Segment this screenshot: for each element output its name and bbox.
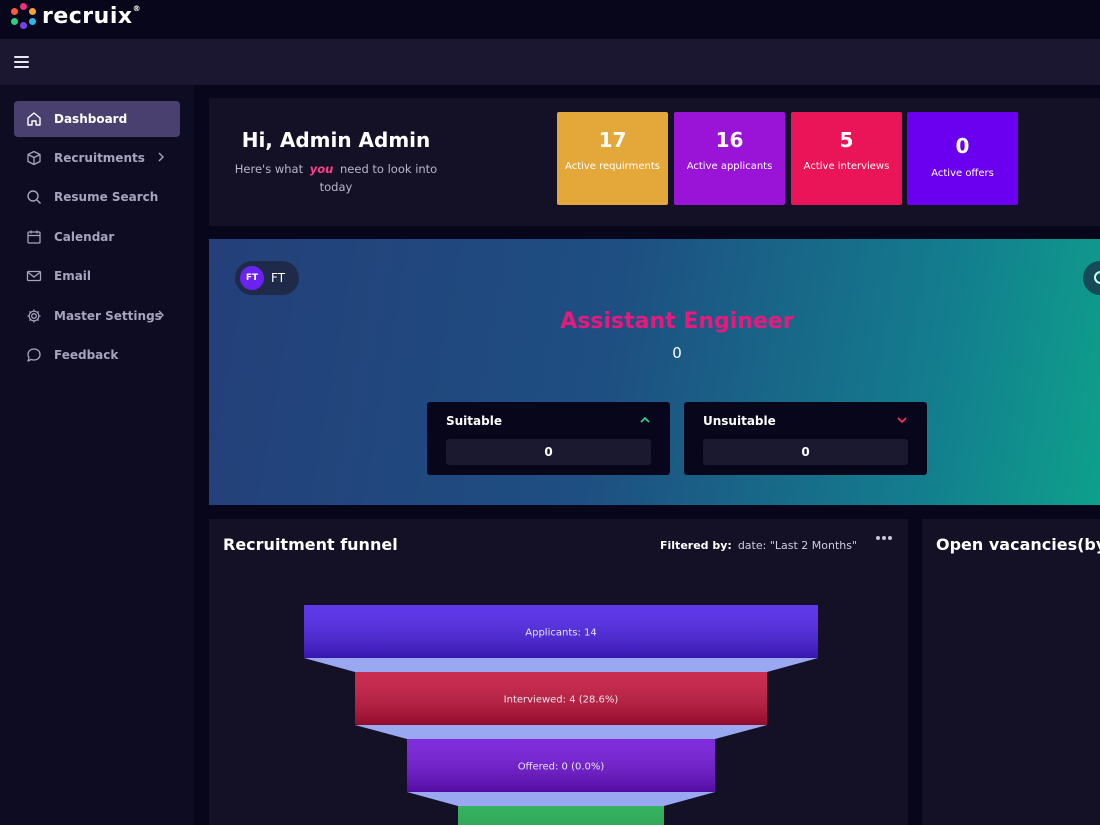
welcome-card: Hi, Admin Admin Here's what you need to … bbox=[209, 98, 1100, 226]
stat-label: Active interviews bbox=[803, 161, 890, 172]
sidebar-item-resume-search[interactable]: Resume Search bbox=[14, 179, 180, 215]
stat-active-requirements[interactable]: 17 Active requirments bbox=[557, 112, 668, 205]
funnel-stage-label: Offered: 0 (0.0%) bbox=[518, 762, 605, 773]
search-icon bbox=[27, 190, 42, 205]
recruitment-funnel-card: Recruitment funnel Filtered by: date: "La… bbox=[209, 519, 908, 825]
brand-registered: ® bbox=[132, 3, 142, 13]
cube-icon bbox=[27, 150, 41, 166]
card-title: Open vacancies(by c bbox=[936, 535, 1100, 554]
sidebar-item-recruitments[interactable]: Recruitments bbox=[14, 140, 180, 176]
brand-name: recruix bbox=[42, 3, 133, 29]
funnel-stage-label: Applicants: 14 bbox=[525, 628, 596, 639]
requirement-highlight-card: FT FT Assistant Engineer 0 Suitable 0 Un… bbox=[209, 239, 1100, 505]
home-icon bbox=[27, 112, 41, 126]
hamburger-menu-icon[interactable] bbox=[14, 56, 29, 68]
open-vacancies-card: Open vacancies(by c bbox=[922, 519, 1100, 825]
logo-icon bbox=[10, 2, 38, 30]
unsuitable-label: Unsuitable bbox=[703, 414, 776, 428]
sidebar-item-label: Calendar bbox=[54, 230, 115, 244]
brand-bar: recruix® bbox=[0, 0, 1100, 39]
sidebar-item-label: Resume Search bbox=[54, 190, 159, 204]
top-menu-bar bbox=[0, 39, 1100, 85]
chevron-up-icon bbox=[640, 416, 650, 423]
greeting-sub-end: need to look into today bbox=[319, 162, 438, 194]
funnel-stage-shade bbox=[458, 806, 664, 825]
suitable-value: 0 bbox=[446, 439, 651, 465]
stat-value: 5 bbox=[839, 128, 854, 152]
sidebar: Dashboard Recruitments Resume Search Cal… bbox=[0, 85, 194, 825]
avatar: FT bbox=[240, 266, 264, 290]
funnel-stage-label: Interviewed: 4 (28.6%) bbox=[504, 695, 619, 706]
sidebar-item-label: Dashboard bbox=[54, 112, 128, 126]
sidebar-item-email[interactable]: Email bbox=[14, 258, 180, 294]
sidebar-item-feedback[interactable]: Feedback bbox=[14, 337, 180, 373]
company-chip[interactable]: FT FT bbox=[235, 261, 299, 295]
company-chip-label: FT bbox=[271, 271, 286, 285]
stat-active-interviews[interactable]: 5 Active interviews bbox=[791, 112, 902, 205]
stat-value: 16 bbox=[715, 128, 744, 152]
stat-active-applicants[interactable]: 16 Active applicants bbox=[674, 112, 785, 205]
stat-label: Active applicants bbox=[686, 161, 773, 172]
stat-active-offers[interactable]: 0 Active offers bbox=[907, 112, 1018, 205]
job-title[interactable]: Assistant Engineer bbox=[209, 309, 1100, 334]
suitable-label: Suitable bbox=[446, 414, 502, 428]
stat-value: 17 bbox=[598, 128, 627, 152]
sidebar-item-dashboard[interactable]: Dashboard bbox=[14, 101, 180, 137]
sidebar-item-calendar[interactable]: Calendar bbox=[14, 219, 180, 255]
greeting-title: Hi, Admin Admin bbox=[241, 128, 431, 152]
sidebar-item-label: Email bbox=[54, 269, 92, 283]
greeting-subtitle: Here's what you need to look into today bbox=[231, 160, 441, 196]
logo[interactable]: recruix® bbox=[10, 2, 141, 30]
funnel-connector bbox=[355, 725, 767, 739]
funnel-connector bbox=[304, 658, 818, 672]
funnel-connector bbox=[407, 792, 715, 806]
sidebar-item-label: Master Settings bbox=[54, 309, 162, 323]
calendar-icon bbox=[27, 230, 41, 244]
chevron-right-icon bbox=[158, 152, 164, 162]
greeting-sub-emphasis: you bbox=[309, 162, 334, 176]
sidebar-item-master-settings[interactable]: Master Settings bbox=[14, 298, 180, 334]
sidebar-item-label: Feedback bbox=[54, 348, 119, 362]
side-action-icon[interactable] bbox=[1083, 261, 1100, 295]
unsuitable-value: 0 bbox=[703, 439, 908, 465]
sidebar-item-label: Recruitments bbox=[54, 151, 145, 165]
funnel-chart: Applicants: 14 Interviewed: 4 (28.6%) Offe… bbox=[304, 605, 818, 825]
chevron-down-icon bbox=[897, 417, 907, 424]
stat-label: Active requirments bbox=[565, 161, 660, 172]
job-count: 0 bbox=[672, 344, 682, 362]
suitable-card[interactable]: Suitable 0 bbox=[427, 402, 670, 475]
stat-label: Active offers bbox=[931, 168, 994, 179]
unsuitable-card[interactable]: Unsuitable 0 bbox=[684, 402, 927, 475]
chat-bubble-icon bbox=[27, 348, 41, 362]
chevron-right-icon bbox=[158, 310, 164, 320]
gear-icon bbox=[27, 309, 41, 323]
mail-icon bbox=[26, 270, 42, 282]
stat-value: 0 bbox=[955, 134, 970, 158]
greeting-sub-start: Here's what bbox=[234, 162, 304, 176]
